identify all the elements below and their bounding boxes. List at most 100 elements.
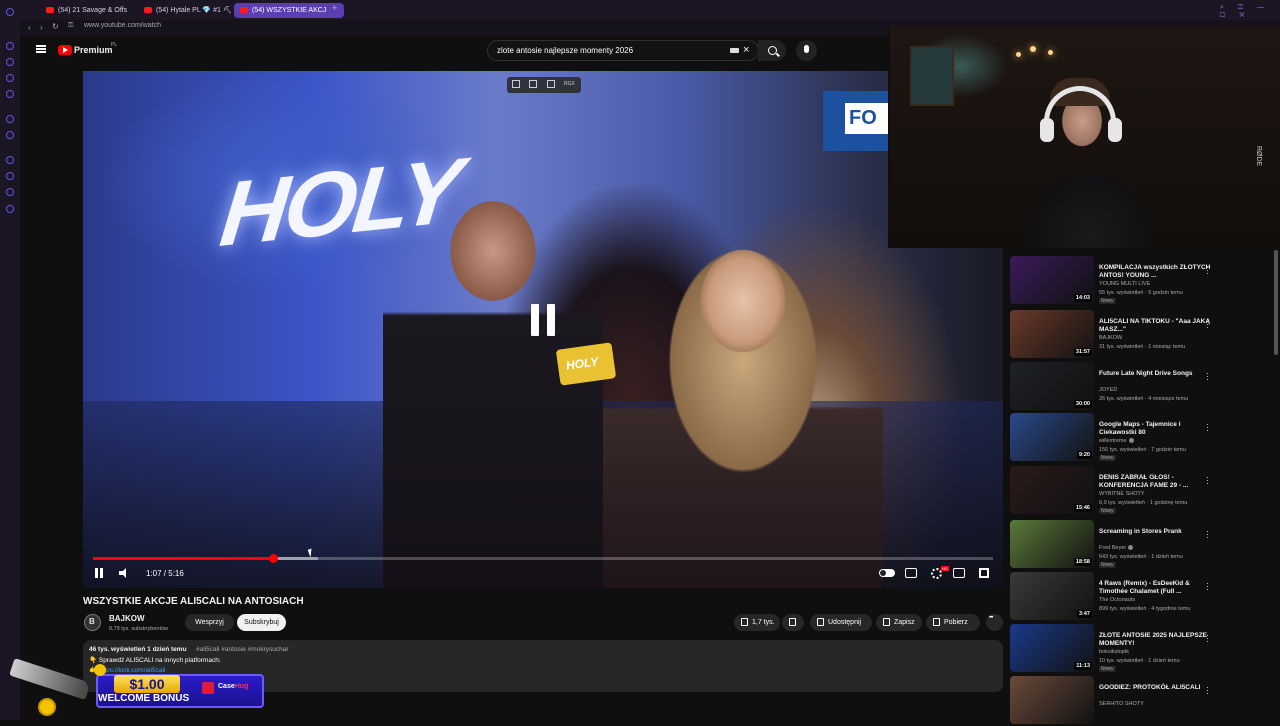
- autoplay-toggle[interactable]: [879, 569, 895, 577]
- hashtags[interactable]: #ali5cali #antosie #mokrysuchar: [196, 646, 289, 653]
- download-button[interactable]: Pobierz: [926, 614, 980, 631]
- recommended-channel[interactable]: Fred Beyer: [1099, 545, 1134, 551]
- video-player[interactable]: HOLY FO HOLY RGX 1:07 / 5:16: [83, 71, 1003, 588]
- more-options-icon[interactable]: · · ·: [1206, 632, 1209, 646]
- more-options-icon[interactable]: · · ·: [1206, 370, 1209, 384]
- recommended-video[interactable]: GOODIEZ: PROTOKÓŁ ALI5CALI SERHITO SHOTY ·…: [1010, 676, 1270, 726]
- recommended-title[interactable]: Google Maps - Tajemnice i Ciekawostki 80: [1099, 421, 1211, 437]
- save-button[interactable]: Zapisz: [876, 614, 922, 631]
- youtube-brand[interactable]: Premium: [74, 45, 113, 55]
- more-options-icon[interactable]: · · ·: [1206, 580, 1209, 594]
- recommended-video[interactable]: 11:13 ZŁOTE ANTOSIE 2025 NAJLEPSZE MOMENT…: [1010, 624, 1270, 674]
- pause-button[interactable]: [95, 568, 103, 578]
- recommended-title[interactable]: Screaming in Stores Prank: [1099, 528, 1211, 536]
- sidebar-messenger-icon[interactable]: [6, 74, 14, 82]
- progress-bar[interactable]: [93, 554, 993, 563]
- sidebar-shop-icon[interactable]: [6, 58, 14, 66]
- video-thumbnail[interactable]: 9:20: [1010, 413, 1094, 461]
- video-thumbnail[interactable]: 14:03: [1010, 256, 1094, 304]
- recommended-video[interactable]: 3:47 4 Raws (Remix) - EsDeeKid & Timothée…: [1010, 572, 1270, 622]
- more-options-icon[interactable]: · · ·: [1206, 528, 1209, 542]
- video-thumbnail[interactable]: 31:57: [1010, 310, 1094, 358]
- tab-savage[interactable]: (54) 21 Savage & Offs: [40, 3, 148, 18]
- channel-avatar[interactable]: B: [84, 614, 101, 631]
- youtube-logo-icon[interactable]: [58, 45, 72, 55]
- fullscreen-icon[interactable]: [979, 568, 989, 578]
- pip-icon[interactable]: [512, 80, 520, 88]
- recommended-title[interactable]: Future Late Night Drive Songs: [1099, 370, 1211, 378]
- opera-icon[interactable]: [6, 8, 14, 16]
- recommended-title[interactable]: KOMPILACJA wszystkich ZŁOTYCH ANTOS! YOU…: [1099, 264, 1211, 280]
- recommended-video[interactable]: 30:00 Future Late Night Drive Songs JOYED 2…: [1010, 362, 1270, 412]
- more-options-icon[interactable]: · · ·: [1206, 264, 1209, 278]
- voice-search-icon[interactable]: [796, 40, 817, 61]
- recommended-channel[interactable]: JOYED: [1099, 387, 1117, 393]
- recommended-channel[interactable]: The Octonauts: [1099, 597, 1135, 603]
- recommended-title[interactable]: GOODIEZ: PROTOKÓŁ ALI5CALI: [1099, 684, 1211, 692]
- video-thumbnail[interactable]: 3:47: [1010, 572, 1094, 620]
- volume-icon[interactable]: [119, 568, 129, 578]
- recommended-title[interactable]: ALI5CALI NA TIKTOKU - "Aaa JAKĄ MASZ...": [1099, 318, 1211, 334]
- share-button[interactable]: Udostępnij: [810, 614, 872, 631]
- recommended-video[interactable]: 15:46 DENIS ZABRAŁ GŁOS! - KONFERENCJA FA…: [1010, 466, 1270, 516]
- big-pause-icon[interactable]: [531, 304, 557, 336]
- support-button[interactable]: Wesprzyj: [185, 614, 234, 631]
- video-thumbnail[interactable]: 30:00: [1010, 362, 1094, 410]
- like-button[interactable]: 1,7 tys.: [734, 614, 780, 631]
- video-thumbnail[interactable]: 11:13: [1010, 624, 1094, 672]
- recommended-channel[interactable]: willextreme: [1099, 438, 1134, 444]
- recommended-channel[interactable]: WYBITNE SHOTY: [1099, 491, 1145, 497]
- subtitles-icon[interactable]: [905, 568, 917, 578]
- sidebar-settings-icon[interactable]: [6, 205, 14, 213]
- reload-icon[interactable]: ↻: [52, 22, 59, 31]
- new-tab-button[interactable]: +: [332, 3, 337, 13]
- recommended-video[interactable]: 9:20 Google Maps - Tajemnice i Ciekawostk…: [1010, 413, 1270, 463]
- sidebar-clock-icon[interactable]: [6, 188, 14, 196]
- sidebar-history-icon[interactable]: [6, 156, 14, 164]
- skip-icon[interactable]: [547, 80, 555, 88]
- sidebar-home-icon[interactable]: [6, 42, 14, 50]
- theater-mode-icon[interactable]: [953, 568, 965, 578]
- scrollbar[interactable]: [1274, 250, 1278, 355]
- settings-gear-icon[interactable]: [931, 566, 949, 579]
- scrubber-handle[interactable]: [269, 554, 278, 563]
- window-controls[interactable]: ⌕ ◫ — ▢ ✕: [1220, 4, 1280, 20]
- tab-hytale[interactable]: (54) Hytale PL 💎 #1 ⛏: [138, 3, 244, 18]
- more-options-icon[interactable]: · · ·: [1206, 474, 1209, 488]
- recommended-video[interactable]: 31:57 ALI5CALI NA TIKTOKU - "Aaa JAKĄ MAS…: [1010, 310, 1270, 360]
- popout-icon[interactable]: [529, 80, 537, 88]
- sidebar-x-icon[interactable]: [6, 131, 14, 139]
- dislike-button[interactable]: [782, 614, 804, 631]
- tool-label[interactable]: RGX: [564, 81, 575, 87]
- url-text[interactable]: www.youtube.com/watch: [84, 22, 161, 29]
- sidebar-instagram-icon[interactable]: [6, 90, 14, 98]
- video-thumbnail[interactable]: 18:58: [1010, 520, 1094, 568]
- more-options-icon[interactable]: · · ·: [1206, 421, 1209, 435]
- video-thumbnail[interactable]: 15:46: [1010, 466, 1094, 514]
- hamburger-menu-icon[interactable]: [36, 45, 46, 53]
- back-icon[interactable]: ‹: [28, 23, 31, 32]
- recommended-channel[interactable]: SERHITO SHOTY: [1099, 701, 1144, 707]
- search-query[interactable]: zlote antosie najlepsze momenty 2026: [497, 46, 633, 55]
- recommended-channel[interactable]: boksikstopik: [1099, 649, 1129, 655]
- more-actions-icon[interactable]: [986, 614, 1003, 631]
- clear-search-icon[interactable]: ×: [743, 44, 749, 56]
- recommended-channel[interactable]: BAJKOW: [1099, 335, 1122, 341]
- recommended-video[interactable]: 14:03 KOMPILACJA wszystkich ZŁOTYCH ANTOS…: [1010, 256, 1270, 306]
- keyboard-icon[interactable]: [730, 48, 739, 53]
- forward-icon[interactable]: ›: [40, 23, 43, 32]
- sidebar-twitch-icon[interactable]: [6, 115, 14, 123]
- tab-active-video[interactable]: (54) WSZYSTKIE AKCJ: [234, 3, 344, 18]
- recommended-channel[interactable]: YOUNG MULTI LIVE: [1099, 281, 1150, 287]
- recommended-video[interactable]: 18:58 Screaming in Stores Prank Fred Beyer…: [1010, 520, 1270, 570]
- more-options-icon[interactable]: · · ·: [1206, 684, 1209, 698]
- channel-name[interactable]: BAJKOW: [109, 614, 145, 623]
- recommended-title[interactable]: ZŁOTE ANTOSIE 2025 NAJLEPSZE MOMENTY!: [1099, 632, 1211, 648]
- sidebar-download-icon[interactable]: [6, 172, 14, 180]
- video-thumbnail[interactable]: [1010, 676, 1094, 724]
- subscribe-button[interactable]: Subskrybuj: [237, 614, 286, 631]
- more-options-icon[interactable]: · · ·: [1206, 318, 1209, 332]
- recommended-title[interactable]: DENIS ZABRAŁ GŁOS! - KONFERENCJA FAME 29…: [1099, 474, 1211, 490]
- recommended-title[interactable]: 4 Raws (Remix) - EsDeeKid & Timothée Cha…: [1099, 580, 1211, 596]
- video-overlay-tools[interactable]: RGX: [507, 77, 581, 93]
